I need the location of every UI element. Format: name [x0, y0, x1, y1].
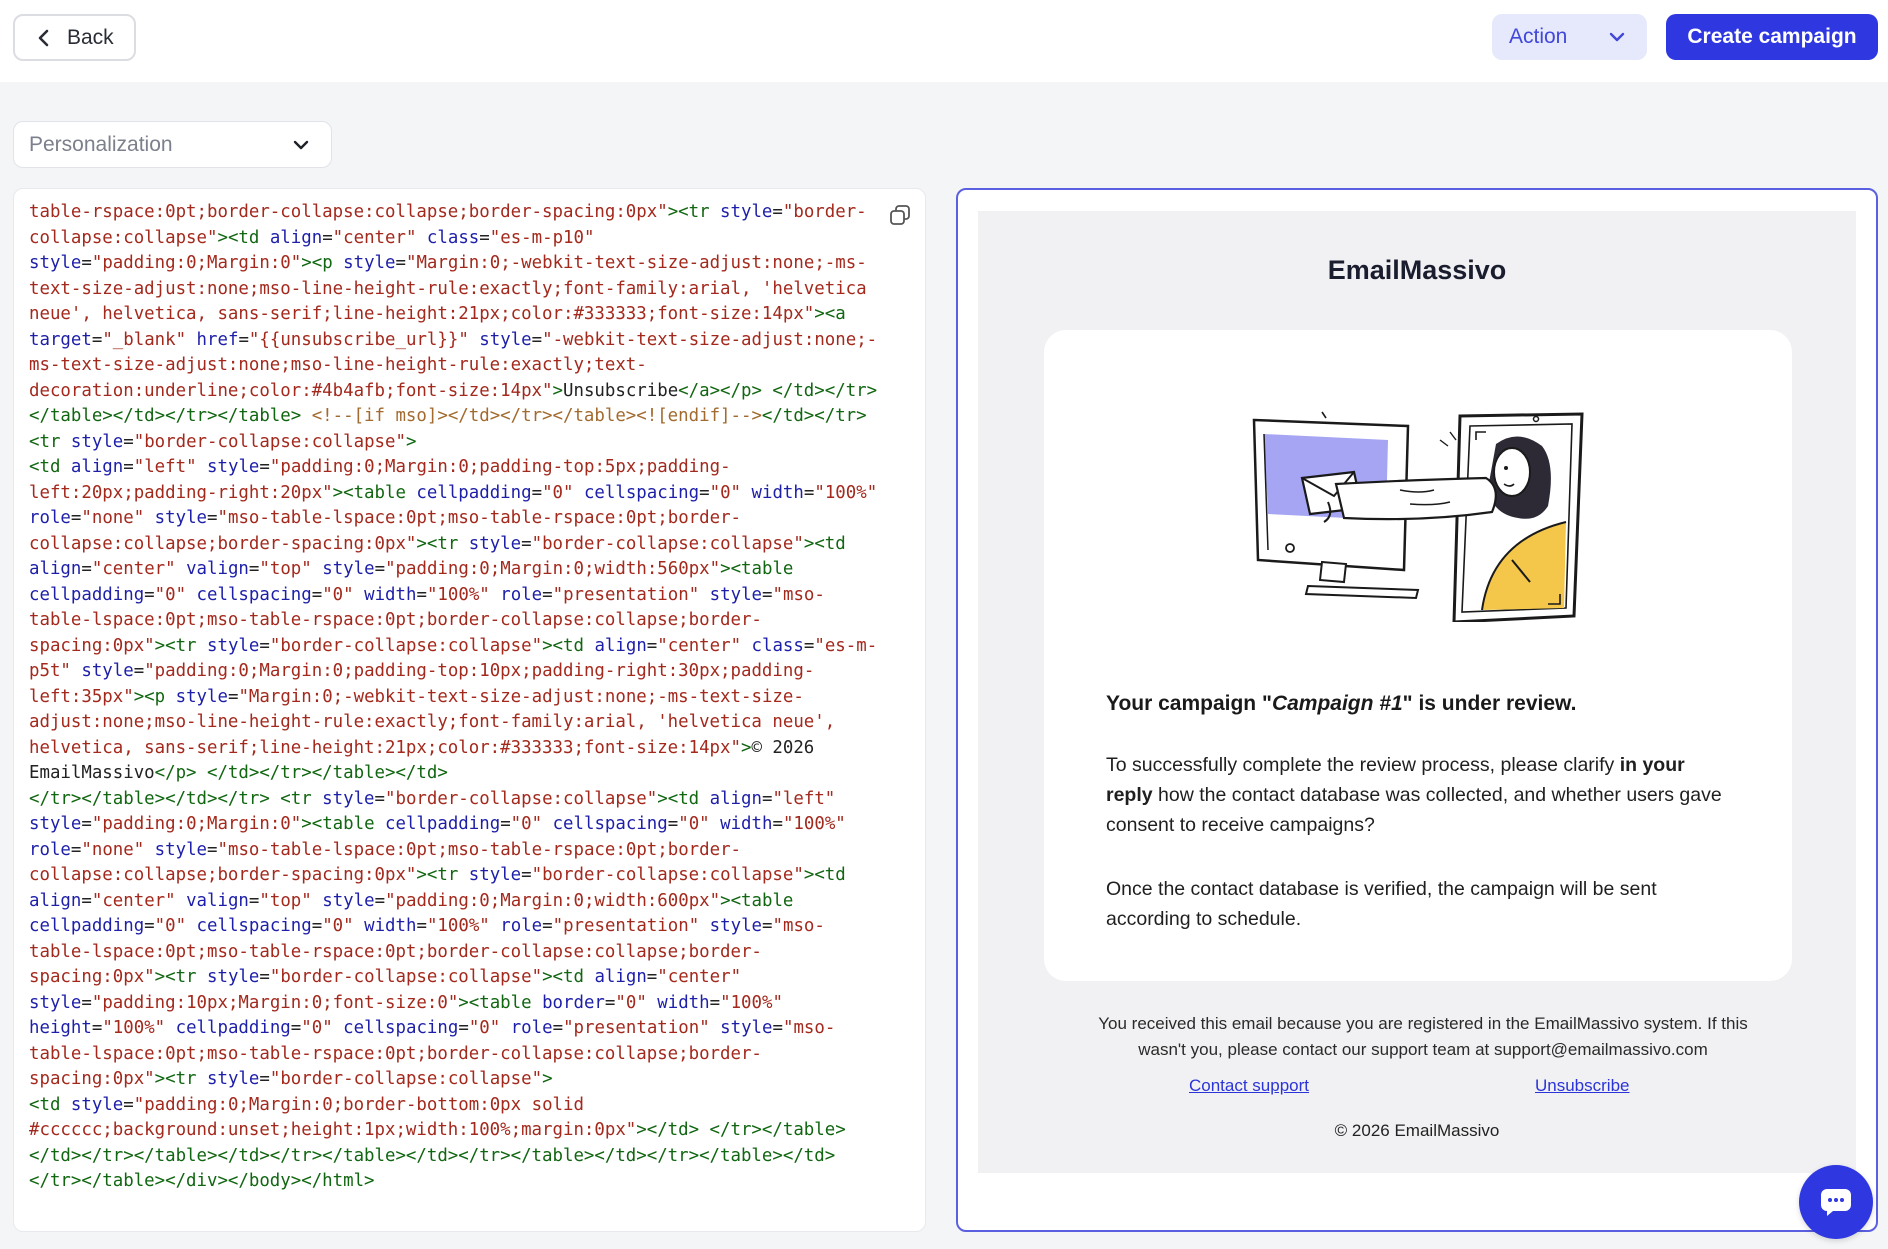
review-illustration	[1252, 411, 1584, 622]
code-line: </table></td></tr></table> <!--[if mso]>…	[29, 406, 867, 426]
create-campaign-button[interactable]: Create campaign	[1666, 14, 1878, 60]
para1-text-a: To successfully complete the review proc…	[1106, 754, 1620, 776]
code-line: table-lspace:0pt;mso-table-rspace:0pt;bo…	[29, 1043, 762, 1064]
code-line: #cccccc;background:unset;height:1px;widt…	[29, 1120, 846, 1140]
code-line: table-lspace:0pt;mso-table-rspace:0pt;bo…	[29, 610, 762, 630]
code-line: height="100%" cellpadding="0" cellspacin…	[29, 1018, 836, 1038]
email-footer-text: You received this email because you are …	[1098, 1014, 1748, 1059]
code-line: helvetica, sans-serif;line-height:21px;c…	[29, 737, 815, 758]
action-dropdown[interactable]: Action	[1492, 14, 1647, 60]
email-copyright: © 2026 EmailMassivo	[1334, 1121, 1500, 1140]
code-line: <tr style="border-collapse:collapse">	[29, 431, 417, 452]
personalization-label: Personalization	[29, 132, 173, 156]
code-line: style="padding:10px;Margin:0;font-size:0…	[29, 992, 783, 1013]
unsubscribe-link[interactable]: Unsubscribe	[1535, 1076, 1630, 1096]
email-preview-panel: EmailMassivo Your campaign "Campaign #1"…	[956, 188, 1878, 1232]
chevron-down-icon	[1609, 32, 1625, 42]
code-line: table-lspace:0pt;mso-table-rspace:0pt;bo…	[29, 941, 762, 962]
code-line: role="none" style="mso-table-lspace:0pt;…	[29, 508, 742, 528]
code-line: spacing:0px"><tr style="border-collapse:…	[29, 635, 878, 656]
code-line: style="padding:0;Margin:0"><table cellpa…	[29, 814, 846, 834]
code-line: role="none" style="mso-table-lspace:0pt;…	[29, 839, 742, 860]
code-line: ms-text-size-adjust:none;mso-line-height…	[29, 355, 647, 375]
code-line: table-rspace:0pt;border-collapse:collaps…	[29, 202, 867, 222]
email-heading: Your campaign "Campaign #1" is under rev…	[1106, 692, 1746, 716]
back-button[interactable]: Back	[13, 14, 136, 61]
copy-icon[interactable]	[888, 203, 912, 227]
chat-icon	[1821, 1189, 1851, 1216]
code-line: EmailMassivo</p> </td></tr></table></td>	[29, 763, 448, 783]
code-line: cellpadding="0" cellspacing="0" width="1…	[29, 916, 825, 936]
email-paragraph-review: To successfully complete the review proc…	[1106, 750, 1726, 840]
email-card: Your campaign "Campaign #1" is under rev…	[1044, 330, 1792, 981]
chevron-down-icon	[293, 140, 309, 149]
code-line: text-size-adjust:none;mso-line-height-ru…	[29, 278, 867, 299]
code-line: left:20px;padding-right:20px"><table cel…	[29, 482, 878, 503]
email-paragraph-schedule: Once the contact database is verified, t…	[1106, 878, 1657, 930]
html-code-editor[interactable]: table-rspace:0pt;border-collapse:collaps…	[13, 188, 926, 1232]
email-canvas: EmailMassivo Your campaign "Campaign #1"…	[978, 211, 1856, 1173]
heading-suffix: " is under review.	[1402, 692, 1577, 715]
code-line: collapse:collapse;border-spacing:0px"><t…	[29, 865, 846, 885]
code-line: target="_blank" href="{{unsubscribe_url}…	[29, 329, 878, 350]
code-line: align="center" valign="top" style="paddi…	[29, 890, 794, 911]
code-line: <td style="padding:0;Margin:0;border-bot…	[29, 1094, 584, 1115]
code-line: spacing:0px"><tr style="border-collapse:…	[29, 1069, 553, 1089]
code-line: </tr></table></td></tr> <tr style="borde…	[29, 788, 836, 809]
heading-campaign-name: Campaign #1	[1271, 692, 1403, 715]
chat-widget-button[interactable]	[1799, 1165, 1873, 1239]
code-line: style="padding:0;Margin:0"><p style="Mar…	[29, 253, 867, 273]
code-line: </tr></table></div></body></html>	[29, 1171, 375, 1191]
back-button-label: Back	[67, 25, 114, 49]
code-line: decoration:underline;color:#4b4afb;font-…	[29, 380, 878, 401]
code-line: </td></tr></table></td></tr></table></td…	[29, 1145, 836, 1166]
code-content[interactable]: table-rspace:0pt;border-collapse:collaps…	[29, 200, 919, 1195]
chevron-left-icon	[38, 29, 49, 46]
contact-support-link[interactable]: Contact support	[1189, 1076, 1309, 1096]
para1-text-b: how the contact database was collected, …	[1106, 784, 1722, 836]
personalization-dropdown[interactable]: Personalization	[13, 121, 332, 168]
code-line: collapse:collapse"><td align="center" cl…	[29, 227, 595, 248]
code-line: p5t" style="padding:0;Margin:0;padding-t…	[29, 661, 815, 681]
code-line: collapse:collapse;border-spacing:0px"><t…	[29, 533, 846, 554]
code-line: adjust:none;mso-line-height-rule:exactly…	[29, 712, 836, 732]
heading-prefix: Your campaign "	[1106, 692, 1272, 715]
action-dropdown-label: Action	[1509, 25, 1568, 48]
code-line: left:35px"><p style="Margin:0;-webkit-te…	[29, 686, 804, 707]
code-line: cellpadding="0" cellspacing="0" width="1…	[29, 584, 825, 605]
code-line: align="center" valign="top" style="paddi…	[29, 559, 794, 579]
email-brand-logo: EmailMassivo	[1327, 255, 1507, 285]
top-bar: Back Action Create campaign	[0, 0, 1888, 82]
code-line: <td align="left" style="padding:0;Margin…	[29, 457, 731, 477]
code-line: spacing:0px"><tr style="border-collapse:…	[29, 967, 742, 987]
code-line: neue', helvetica, sans-serif;line-height…	[29, 304, 846, 324]
